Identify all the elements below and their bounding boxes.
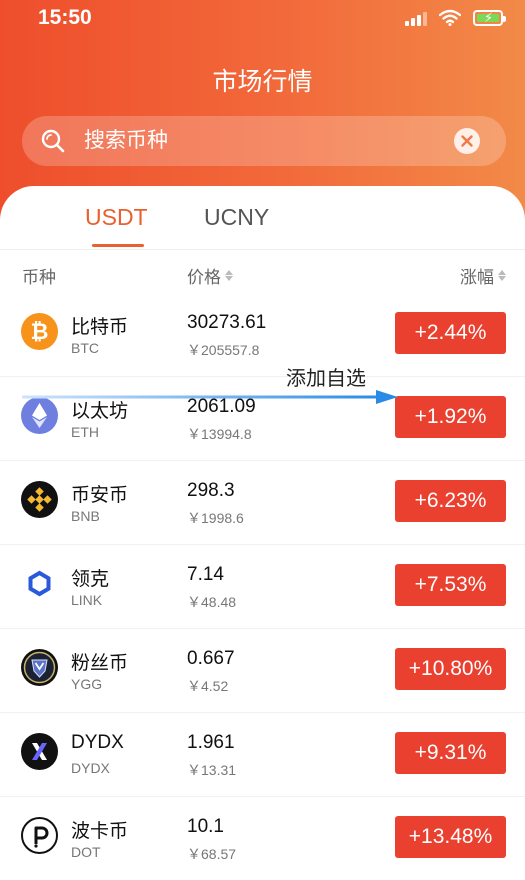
coin-price: 1.961 [187,732,235,753]
coin-price-cny: ￥4.52 [187,678,229,694]
svg-text:₿: ₿ [31,319,49,344]
coin-code: BNB [71,508,100,524]
coin-price: 10.1 [187,816,224,837]
coin-name: 领克 [71,569,110,590]
change-badge[interactable]: +10.80% [395,648,506,690]
coin-code: BTC [71,340,99,356]
search-icon [41,129,65,153]
coin-row-bnb[interactable]: 币安币 BNB 298.3 ￥1998.6 +6.23% [0,461,525,545]
status-time: 15:50 [38,6,92,29]
coin-row-dydx[interactable]: DYDX DYDX 1.961 ￥13.31 +9.31% [0,713,525,797]
signal-icon [405,10,427,26]
coin-code: ETH [71,424,99,440]
column-header-change-label: 涨幅 [460,268,494,287]
coin-row-btc[interactable]: ₿ 比特币 BTC 30273.61 ￥205557.8 +2.44% [0,293,525,377]
coin-name: 币安币 [71,485,129,506]
active-tab-indicator [92,244,144,247]
clear-search-button[interactable] [454,128,480,154]
status-bar: 15:50 ⚡ [0,0,525,36]
coin-code: DYDX [71,760,110,776]
column-header-change[interactable]: 涨幅 [460,263,506,288]
chainlink-icon [21,565,58,602]
coin-price: 30273.61 [187,312,267,333]
sort-icon [225,270,233,281]
coin-name: 比特币 [71,317,129,338]
ygg-icon [21,649,58,686]
market-card: USDT UCNY 币种 价格 涨幅 ₿ 比特币 BTC 30273.61 ￥2… [0,186,525,880]
coin-price-cny: ￥205557.8 [187,342,260,358]
coin-price-cny: ￥13994.8 [187,426,252,442]
coin-price: 7.14 [187,564,224,585]
sort-icon [498,270,506,281]
coin-code: DOT [71,844,101,860]
coin-price-cny: ￥48.48 [187,594,237,610]
polkadot-icon [21,817,58,854]
change-badge[interactable]: +13.48% [395,816,506,858]
column-header-price[interactable]: 价格 [187,263,233,288]
column-header-coin: 币种 [22,263,56,288]
swipe-arrow-icon [22,390,398,404]
change-badge[interactable]: +1.92% [395,396,506,438]
coin-name: DYDX [71,732,124,753]
quote-tabs: USDT UCNY [0,186,525,250]
coin-name: 粉丝币 [71,653,129,674]
change-badge[interactable]: +2.44% [395,312,506,354]
change-badge[interactable]: +9.31% [395,732,506,774]
coin-price: 298.3 [187,480,235,501]
bnb-icon [21,481,58,518]
battery-icon: ⚡ [473,9,506,26]
add-to-watchlist-hint: 添加自选 [286,368,366,390]
tab-ucny[interactable]: UCNY [204,204,269,231]
dydx-icon [21,733,58,770]
coin-code: LINK [71,592,103,608]
change-badge[interactable]: +7.53% [395,564,506,606]
coin-price-cny: ￥68.57 [187,846,237,862]
coin-row-ygg[interactable]: 粉丝币 YGG 0.667 ￥4.52 +10.80% [0,629,525,713]
coin-price: 0.667 [187,648,235,669]
coin-row-link[interactable]: 领克 LINK 7.14 ￥48.48 +7.53% [0,545,525,629]
search-bar[interactable] [22,116,506,166]
change-badge[interactable]: +6.23% [395,480,506,522]
coin-row-dot[interactable]: 波卡币 DOT 10.1 ￥68.57 +13.48% [0,797,525,880]
coin-price-cny: ￥13.31 [187,762,237,778]
page-title: 市场行情 [212,68,313,96]
coin-name: 波卡币 [71,821,129,842]
wifi-icon [439,9,461,26]
column-header-coin-label: 币种 [22,268,56,287]
bitcoin-icon: ₿ [21,313,58,350]
coin-price-cny: ￥1998.6 [187,510,244,526]
close-icon [461,135,473,147]
tab-usdt[interactable]: USDT [85,204,148,231]
column-header-price-label: 价格 [187,268,221,287]
search-input[interactable] [84,127,444,155]
coin-code: YGG [71,676,103,692]
status-icons: ⚡ [405,9,506,26]
